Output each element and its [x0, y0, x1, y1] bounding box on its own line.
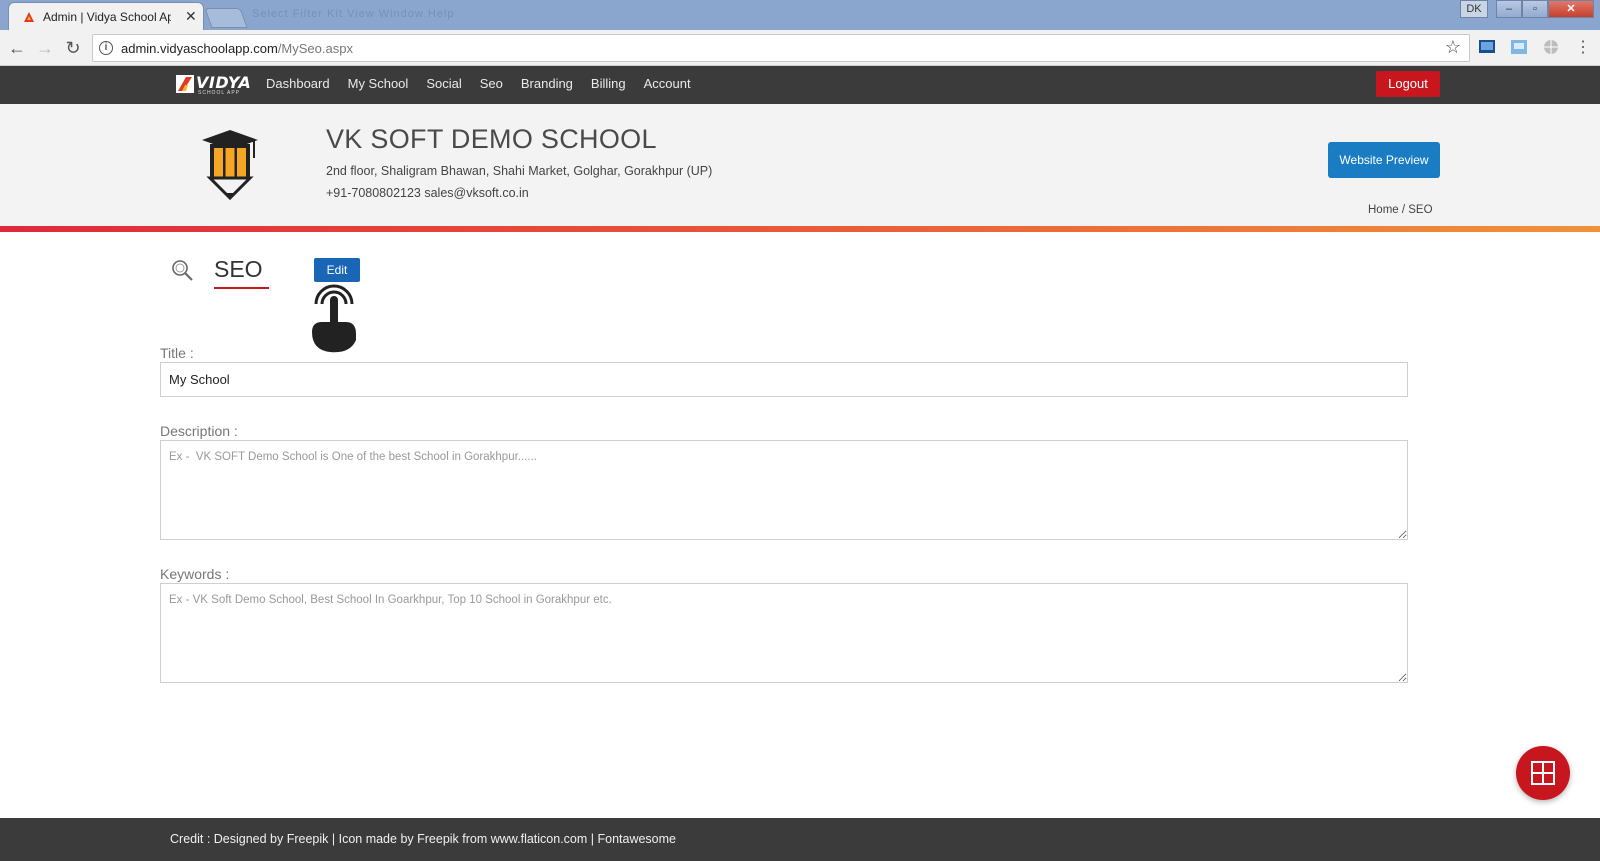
title-input[interactable] [160, 362, 1408, 397]
tab-title: Admin | Vidya School Ap [43, 10, 171, 24]
footer: Credit : Designed by Freepik | Icon made… [0, 818, 1600, 861]
menu-item-my-school[interactable]: My School [348, 76, 409, 91]
site-info-icon[interactable]: i [99, 41, 113, 55]
address-bar[interactable]: i admin.vidyaschoolapp.com/MySeo.aspx ☆ [92, 34, 1470, 62]
vidya-logo[interactable]: VIDYA SCHOOL APP [176, 73, 252, 97]
url-text[interactable]: admin.vidyaschoolapp.com/MySeo.aspx [121, 41, 353, 56]
window-maximize-button[interactable]: ▫ [1522, 0, 1548, 18]
keywords-textarea[interactable] [160, 583, 1408, 683]
footer-credit[interactable]: Credit : Designed by Freepik | Icon made… [170, 832, 676, 846]
forward-arrow-icon[interactable]: → [34, 37, 56, 59]
description-textarea[interactable] [160, 440, 1408, 540]
seo-magnifier-icon [172, 260, 193, 281]
bookmark-star-icon[interactable]: ☆ [1445, 37, 1461, 58]
grid-icon [1531, 761, 1555, 785]
accent-divider [0, 226, 1600, 232]
extension-icon[interactable] [1478, 38, 1496, 56]
reload-icon[interactable]: ↻ [62, 37, 84, 59]
new-tab-button[interactable] [204, 8, 248, 28]
breadcrumb[interactable]: Home / SEO [1368, 204, 1433, 216]
page-title: SEO [214, 256, 269, 289]
title-label: Title : [160, 345, 194, 361]
window-close-button[interactable]: ✕ [1548, 0, 1594, 18]
description-label: Description : [160, 423, 238, 439]
vidya-favicon-icon [24, 12, 34, 22]
browser-tab[interactable]: Admin | Vidya School Ap ✕ [8, 2, 204, 30]
menu-item-billing[interactable]: Billing [591, 76, 626, 91]
tab-close-icon[interactable]: ✕ [185, 8, 197, 25]
edit-button[interactable]: Edit [314, 258, 360, 282]
window-minimize-button[interactable]: – [1496, 0, 1522, 18]
website-preview-button[interactable]: Website Preview [1328, 142, 1440, 178]
school-header: VK SOFT DEMO SCHOOL 2nd floor, Shaligram… [0, 104, 1600, 226]
menu-item-seo[interactable]: Seo [480, 76, 503, 91]
app-navbar: VIDYA SCHOOL APP Dashboard My School Soc… [0, 66, 1600, 104]
tap-hand-icon [312, 284, 356, 353]
back-arrow-icon[interactable]: ← [6, 37, 28, 59]
menu-item-social[interactable]: Social [426, 76, 461, 91]
url-path: /MySeo.aspx [277, 41, 353, 56]
url-host: admin.vidyaschoolapp.com [121, 41, 278, 56]
menu-item-branding[interactable]: Branding [521, 76, 573, 91]
globe-icon[interactable] [1542, 38, 1560, 56]
keywords-label: Keywords : [160, 566, 230, 582]
logo-subtitle: SCHOOL APP [198, 90, 241, 96]
browser-toolbar: ← → ↻ i admin.vidyaschoolapp.com/MySeo.a… [0, 30, 1600, 66]
browser-titlebar: Admin | Vidya School Ap ✕ Select Filter … [0, 0, 1600, 30]
apps-grid-button[interactable] [1516, 746, 1570, 800]
blurred-menu-text: Select Filter Kit View Window Help [252, 8, 455, 20]
main-menu: Dashboard My School Social Seo Branding … [266, 76, 709, 91]
vidya-logo-mark-icon [176, 75, 194, 93]
browser-menu-icon[interactable]: ⋮ [1572, 37, 1594, 59]
menu-item-dashboard[interactable]: Dashboard [266, 76, 330, 91]
menu-item-account[interactable]: Account [644, 76, 691, 91]
extension-icon[interactable] [1510, 38, 1528, 56]
logout-button[interactable]: Logout [1376, 71, 1440, 97]
window-user-badge[interactable]: DK [1460, 0, 1488, 18]
graduation-pencil-icon [202, 130, 258, 200]
school-name: VK SOFT DEMO SCHOOL [326, 124, 657, 154]
school-contact: +91-7080802123 sales@vksoft.co.in [326, 186, 529, 200]
school-address: 2nd floor, Shaligram Bhawan, Shahi Marke… [326, 164, 713, 178]
